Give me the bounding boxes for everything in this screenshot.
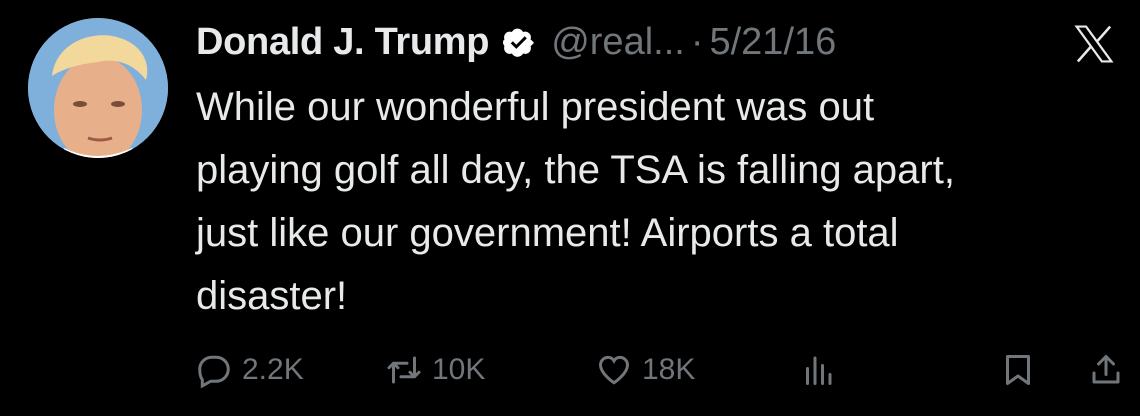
- separator-dot: ·: [690, 20, 704, 63]
- avatar[interactable]: [28, 18, 168, 158]
- bar-chart-icon: [806, 356, 832, 385]
- tweet-date[interactable]: 5/21/16: [709, 21, 836, 64]
- retweet-button[interactable]: 10K: [386, 344, 485, 396]
- like-button[interactable]: 18K: [596, 344, 695, 396]
- author-name[interactable]: Donald J. Trump: [196, 21, 490, 64]
- avatar-portrait: [28, 18, 168, 158]
- share-button[interactable]: [1088, 344, 1124, 396]
- retweet-arrows-icon: [387, 356, 421, 384]
- retweet-count: 10K: [432, 353, 486, 386]
- heart-icon: [598, 355, 630, 385]
- verified-badge-icon[interactable]: [501, 24, 537, 60]
- reply-count: 2.2K: [242, 353, 304, 386]
- tweet-card: Donald J. Trump @real... · 5/21/16 While…: [0, 0, 1140, 416]
- tweet-text: While our wonderful president was out pl…: [196, 85, 955, 318]
- action-bar: 2.2K 10K 18K: [196, 344, 1126, 396]
- share-upload-icon: [1092, 355, 1120, 384]
- reply-button[interactable]: 2.2K: [196, 344, 304, 396]
- tweet-header: Donald J. Trump @real... · 5/21/16: [196, 14, 836, 70]
- like-count: 18K: [642, 353, 696, 386]
- bookmark-icon: [1006, 355, 1030, 385]
- views-button[interactable]: [800, 344, 836, 396]
- bookmark-button[interactable]: [1000, 344, 1036, 396]
- x-logo-icon[interactable]: [1072, 22, 1116, 66]
- author-handle[interactable]: @real...: [551, 21, 685, 64]
- speech-bubble-icon: [198, 355, 230, 388]
